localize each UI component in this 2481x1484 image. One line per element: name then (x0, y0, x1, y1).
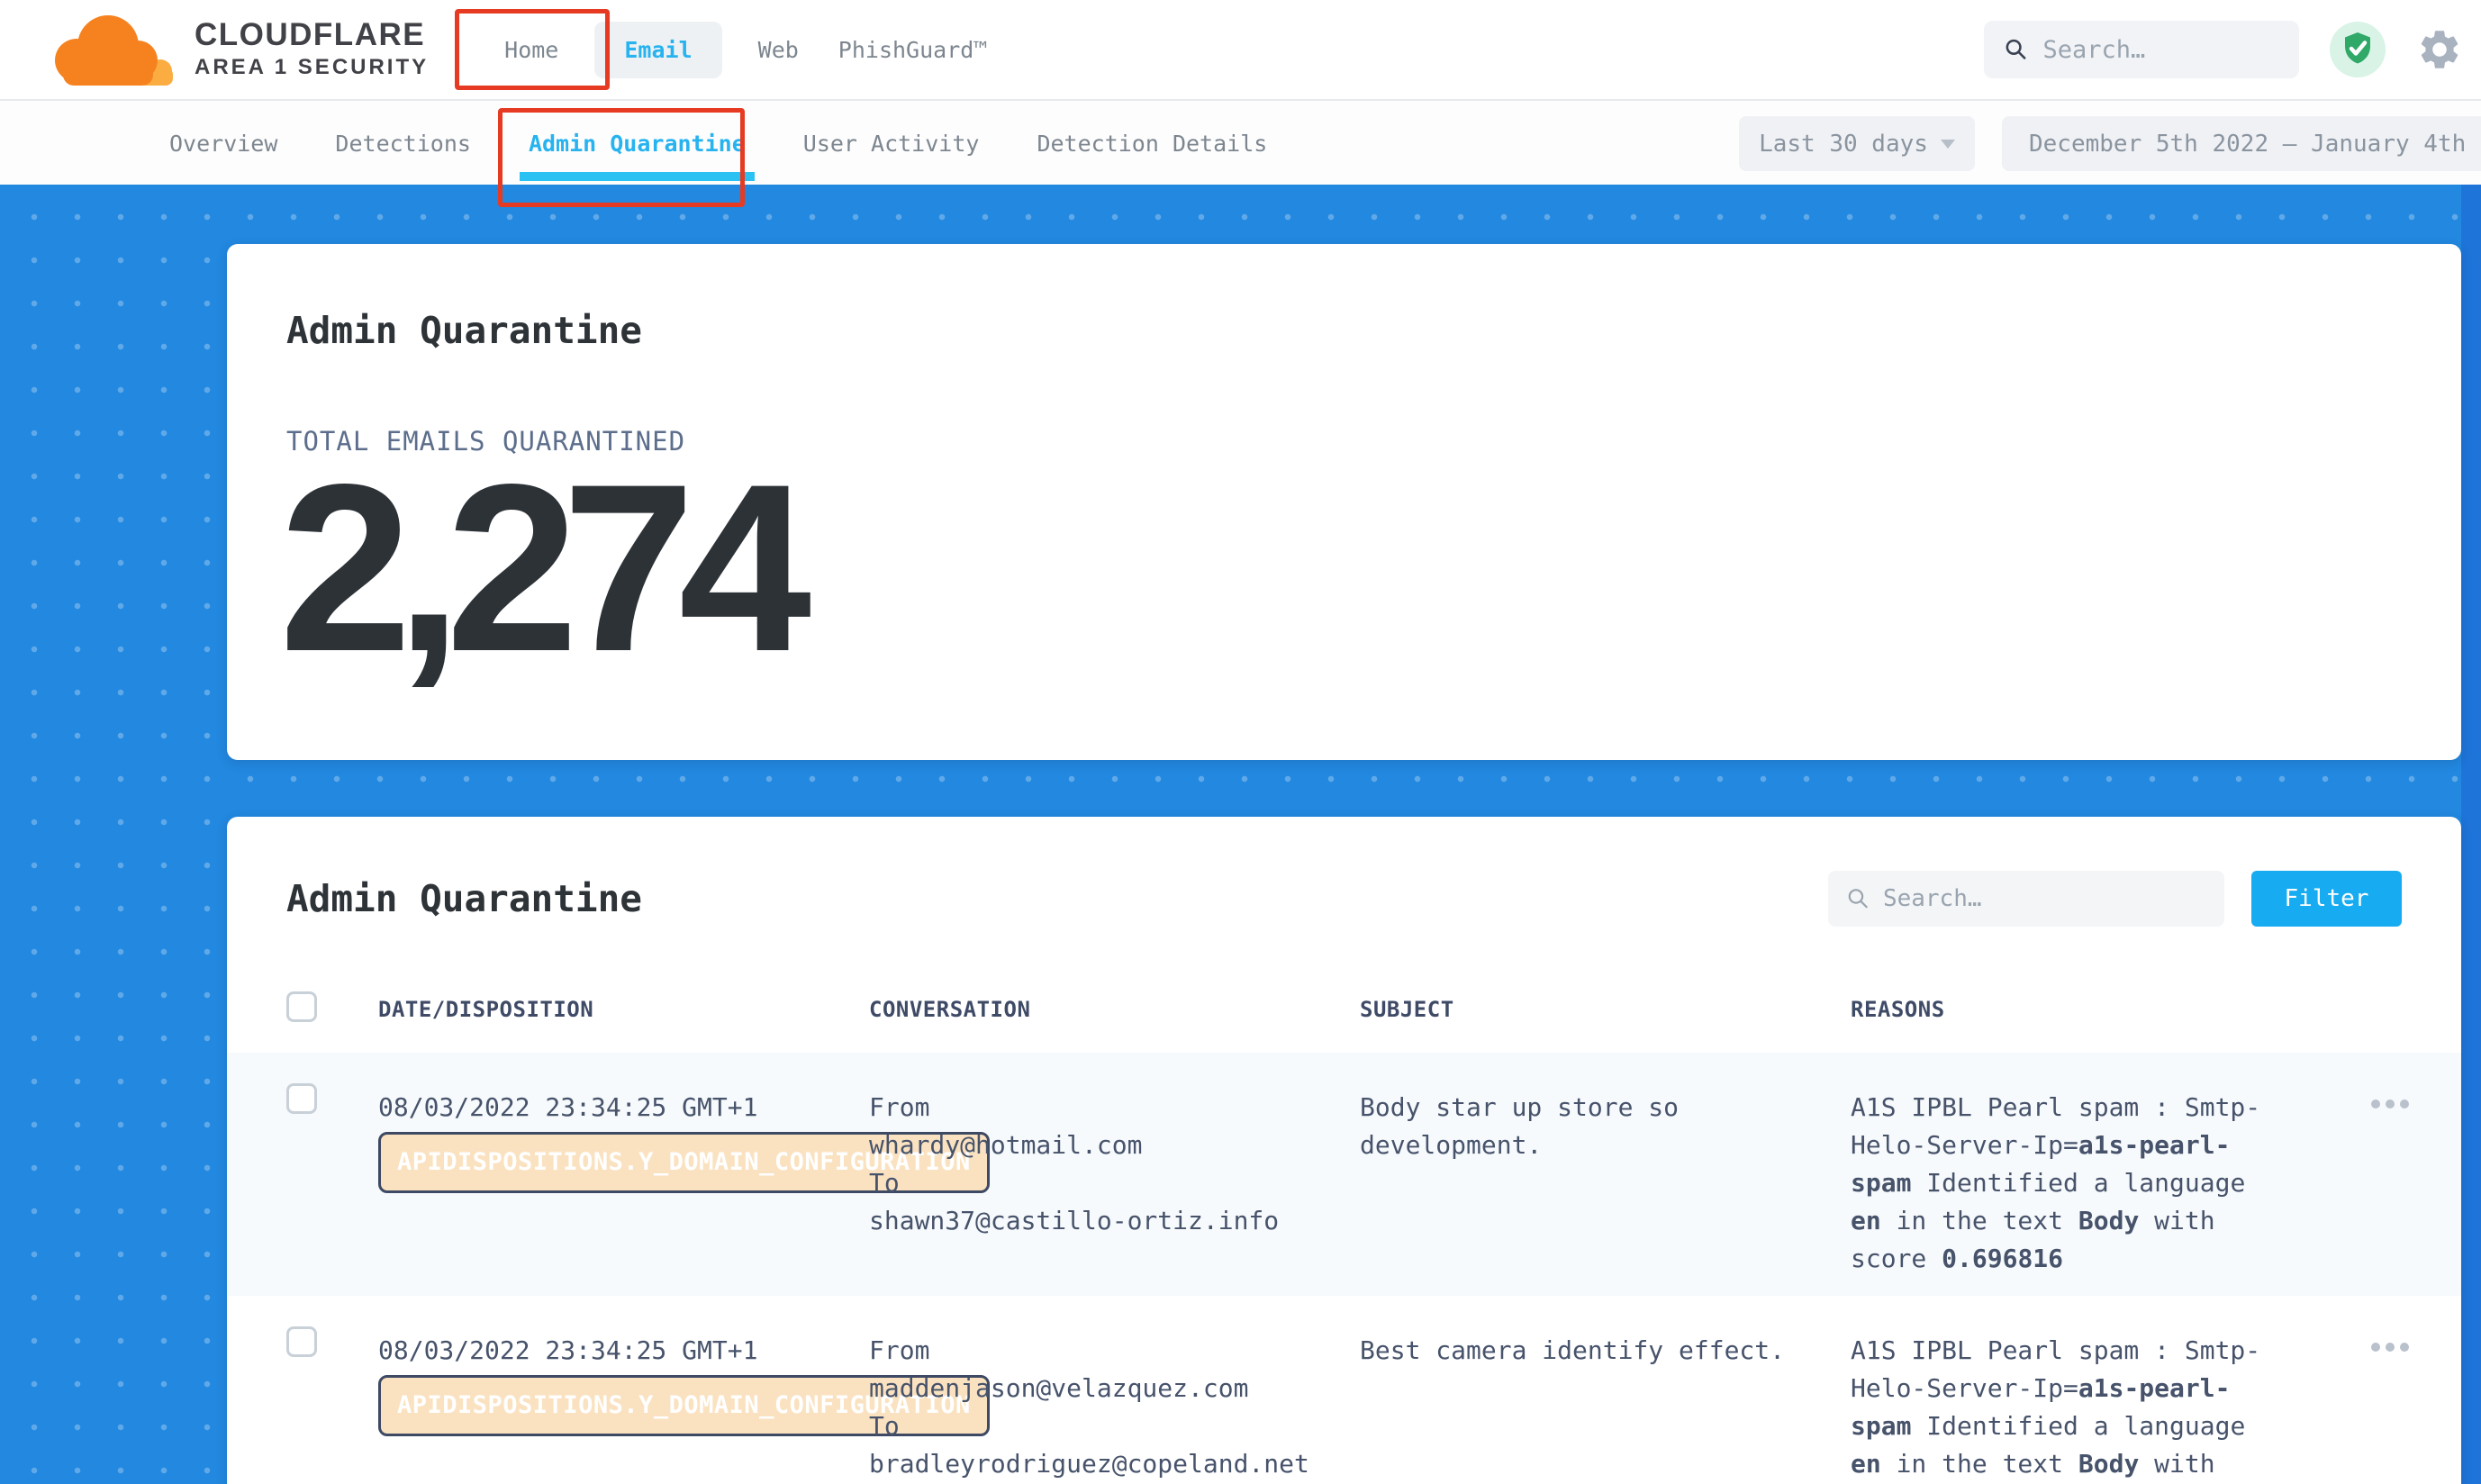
column-header-reasons: REASONS (1851, 997, 2319, 1022)
tab-overview[interactable]: Overview (169, 131, 277, 157)
global-search-input[interactable] (2042, 36, 2279, 64)
to-label: To (869, 1407, 1324, 1445)
nav-item-web[interactable]: Web (738, 37, 819, 63)
secondary-nav: Overview Detections Admin Quarantine Use… (0, 99, 2481, 185)
global-search[interactable] (1984, 21, 2299, 78)
cloudflare-cloud-icon (36, 8, 180, 91)
from-address: whardy@hotmail.com (869, 1127, 1324, 1164)
row-actions-menu[interactable] (2319, 1053, 2461, 1108)
chevron-down-icon (1941, 140, 1955, 149)
from-label: From (869, 1089, 1324, 1127)
row-checkbox[interactable] (286, 1326, 317, 1357)
table-row: 08/03/2022 23:34:25 GMT+1 APIDISPOSITION… (227, 1296, 2461, 1484)
column-header-conversation: CONVERSATION (869, 997, 1360, 1022)
date-range-label: December 5th 2022 — January 4th 2023 (2029, 131, 2481, 158)
table-row: 08/03/2022 23:34:25 GMT+1 APIDISPOSITION… (227, 1053, 2461, 1296)
primary-nav: Home Email Web PhishGuard™ (484, 22, 1007, 78)
select-all-checkbox[interactable] (286, 991, 317, 1022)
tab-admin-quarantine[interactable]: Admin Quarantine (529, 131, 746, 157)
reasons-cell: A1S IPBL Pearl spam : Smtp-Helo-Server-I… (1851, 1053, 2319, 1278)
summary-card: Admin Quarantine TOTAL EMAILS QUARANTINE… (227, 244, 2461, 760)
ellipsis-icon (2371, 1099, 2380, 1108)
settings-button[interactable] (2416, 26, 2463, 73)
search-icon (1846, 885, 1870, 912)
gear-icon (2416, 26, 2463, 73)
to-label: To (869, 1164, 1324, 1202)
filter-button[interactable]: Filter (2251, 871, 2402, 927)
search-icon (2004, 35, 2028, 64)
period-dropdown[interactable]: Last 30 days (1739, 116, 1975, 171)
ellipsis-icon (2371, 1343, 2380, 1352)
table-search-input[interactable] (1883, 885, 2206, 912)
conversation-cell: From whardy@hotmail.com To shawn37@casti… (869, 1053, 1360, 1240)
row-actions-menu[interactable] (2319, 1296, 2461, 1352)
from-label: From (869, 1332, 1324, 1370)
shield-check-icon (2330, 22, 2386, 77)
row-date: 08/03/2022 23:34:25 GMT+1 (378, 1335, 757, 1365)
brand-subtitle: AREA 1 SECURITY (195, 55, 429, 80)
to-address: shawn37@castillo-ortiz.info (869, 1202, 1324, 1240)
scrollbar[interactable] (2461, 185, 2481, 1484)
conversation-cell: From maddenjason@velazquez.com To bradle… (869, 1296, 1360, 1483)
summary-card-title: Admin Quarantine (286, 309, 2402, 352)
cloudflare-logo[interactable]: CLOUDFLARE AREA 1 SECURITY (36, 8, 429, 91)
row-date: 08/03/2022 23:34:25 GMT+1 (378, 1092, 757, 1122)
column-header-subject: SUBJECT (1360, 997, 1851, 1022)
metric-value: 2,274 (279, 449, 2402, 688)
from-address: maddenjason@velazquez.com (869, 1370, 1324, 1407)
table-card-title: Admin Quarantine (286, 877, 1828, 920)
header-actions (1984, 0, 2463, 99)
top-header: CLOUDFLARE AREA 1 SECURITY Home Email We… (0, 0, 2481, 99)
subject-cell: Body star up store so development. (1360, 1053, 1851, 1164)
to-address: bradleyrodriguez@copeland.net (869, 1445, 1324, 1483)
subject-cell: Best camera identify effect. (1360, 1296, 1851, 1370)
table-search[interactable] (1828, 871, 2224, 927)
nav-item-email[interactable]: Email (594, 22, 721, 78)
nav-item-phishguard[interactable]: PhishGuard™ (819, 37, 1008, 63)
table-header-row: DATE/DISPOSITION CONVERSATION SUBJECT RE… (227, 997, 2461, 1053)
row-checkbox[interactable] (286, 1083, 317, 1114)
period-label: Last 30 days (1759, 131, 1928, 158)
main-content: Admin Quarantine TOTAL EMAILS QUARANTINE… (0, 185, 2481, 1484)
tab-detections[interactable]: Detections (335, 131, 471, 157)
reasons-cell: A1S IPBL Pearl spam : Smtp-Helo-Server-I… (1851, 1296, 2319, 1484)
brand-title: CLOUDFLARE (195, 19, 429, 52)
nav-item-home[interactable]: Home (484, 37, 578, 63)
tab-detection-details[interactable]: Detection Details (1037, 131, 1267, 157)
tab-user-activity[interactable]: User Activity (803, 131, 980, 157)
protection-status-button[interactable] (2330, 22, 2386, 77)
quarantine-table-card: Admin Quarantine Filter DATE/DISPOSITION… (227, 817, 2461, 1484)
column-header-date-disposition: DATE/DISPOSITION (378, 997, 869, 1022)
date-range-field[interactable]: December 5th 2022 — January 4th 2023 (2002, 116, 2481, 171)
